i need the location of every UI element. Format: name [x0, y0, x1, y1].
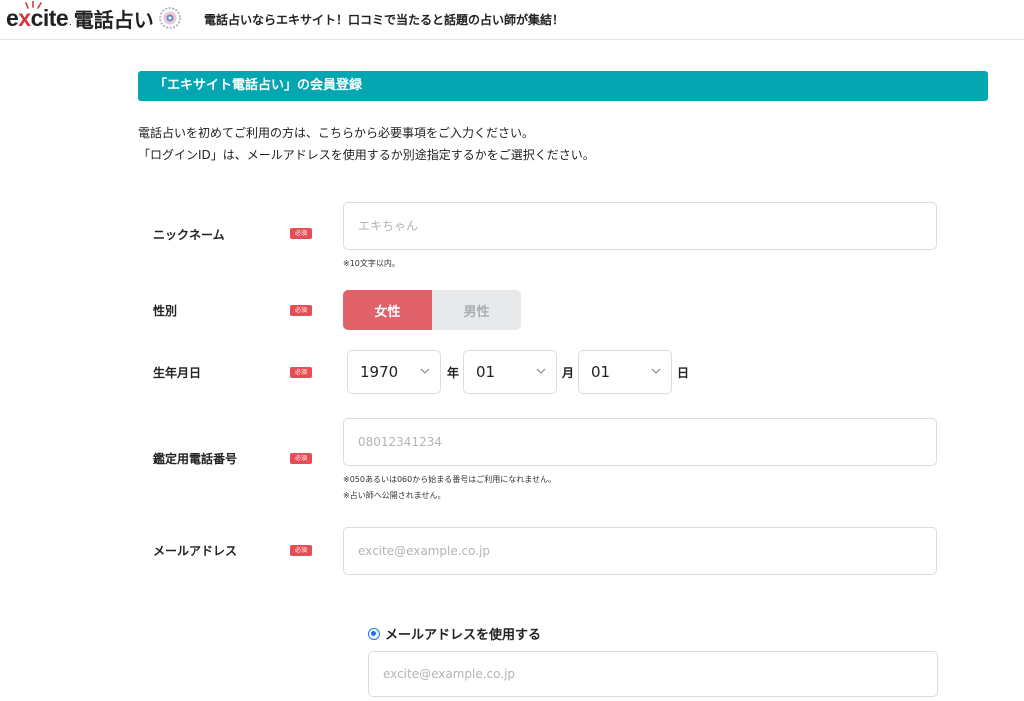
birth-day-select[interactable]: 01	[578, 350, 672, 394]
birth-month-select[interactable]: 01	[463, 350, 557, 394]
birth-day-value: 01	[591, 363, 611, 381]
chevron-down-icon	[420, 368, 430, 374]
required-badge: 必須	[290, 228, 312, 239]
chevron-down-icon	[536, 368, 546, 374]
required-badge: 必須	[290, 545, 312, 556]
nickname-label: ニックネーム	[153, 228, 225, 242]
day-unit: 日	[677, 366, 690, 380]
gender-male-button[interactable]: 男性	[432, 290, 521, 330]
logo-brand: excite	[6, 0, 69, 32]
month-unit: 月	[562, 366, 575, 380]
login-id-input[interactable]	[368, 651, 938, 697]
crystal-ball-icon	[159, 7, 181, 29]
nickname-note: ※10文字以内。	[343, 259, 400, 268]
birth-year-value: 1970	[360, 363, 399, 381]
phone-label: 鑑定用電話番号	[153, 452, 238, 466]
gender-label: 性別	[153, 304, 178, 318]
nickname-input[interactable]	[343, 202, 937, 250]
required-badge: 必須	[290, 367, 312, 378]
phone-input[interactable]	[343, 418, 937, 466]
logo-brand-prefix: e	[6, 4, 19, 31]
birthdate-label: 生年月日	[153, 366, 202, 380]
site-tagline: 電話占いならエキサイト！口コミで当たると話題の占い師が集結！	[204, 13, 565, 27]
gender-toggle: 女性 男性	[343, 290, 521, 330]
chevron-down-icon	[651, 368, 661, 374]
year-unit: 年	[447, 366, 460, 380]
login-id-use-email-option[interactable]: メールアドレスを使用する	[368, 624, 541, 643]
site-logo[interactable]: excite . 電話占い	[6, 0, 182, 33]
phone-note-2: ※占い師へ公開されません。	[343, 491, 446, 500]
birth-year-select[interactable]: 1970	[347, 350, 441, 394]
intro-text: 電話占いを初めてご利用の方は、こちらから必要事項をご入力ください。 「ログインI…	[138, 122, 595, 166]
logo-dot: .	[69, 18, 72, 27]
logo-title: 電話占い	[73, 7, 154, 32]
required-badge: 必須	[290, 305, 312, 316]
required-badge: 必須	[290, 453, 312, 464]
page-title: 「エキサイト電話占い」の会員登録	[138, 71, 988, 101]
phone-note-1: ※050あるいは060から始まる番号はご利用になれません。	[343, 475, 556, 484]
birth-month-value: 01	[476, 363, 496, 381]
email-input[interactable]	[343, 527, 937, 575]
email-label: メールアドレス	[153, 544, 238, 558]
intro-line-2: 「ログインID」は、メールアドレスを使用するか別途指定するかをご選択ください。	[138, 148, 595, 162]
radio-selected-icon[interactable]	[368, 627, 380, 640]
site-header: excite . 電話占い 電話占いならエキサイト！口コミで当たると話題の占い師…	[0, 0, 1024, 40]
login-id-use-email-label: メールアドレスを使用する	[385, 628, 542, 643]
logo-sparks-icon	[25, 0, 42, 9]
gender-female-button[interactable]: 女性	[343, 290, 432, 330]
intro-line-1: 電話占いを初めてご利用の方は、こちらから必要事項をご入力ください。	[138, 126, 535, 140]
